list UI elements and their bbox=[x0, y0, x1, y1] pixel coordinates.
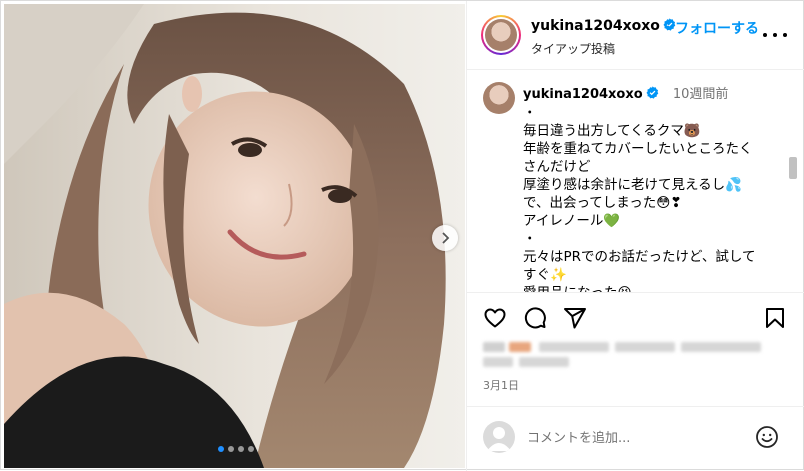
caption-section: yukina1204xoxo 10週間前 ・毎日違う出方してくるクマ🐻 年齢を重ね… bbox=[467, 71, 804, 292]
caption-line: 元々はPRでのお話だったけど、試して bbox=[523, 249, 756, 265]
likes-summary-blurred bbox=[483, 339, 783, 369]
caption-line: ・ bbox=[523, 105, 537, 121]
caption-line: 毎日違う出方してくるクマ🐻 bbox=[523, 123, 701, 139]
post-date[interactable]: 3月1日 bbox=[483, 377, 519, 393]
caption-line: で、出会ってしまった😳❣ bbox=[523, 195, 682, 211]
carousel-dot bbox=[248, 446, 254, 452]
carousel-dot bbox=[218, 446, 224, 452]
bookmark-icon[interactable] bbox=[763, 306, 787, 330]
post-side-panel: yukina1204xoxo ・フォローする タイアップ投稿 yukina120… bbox=[466, 1, 804, 471]
post-photo-image bbox=[4, 4, 465, 468]
share-icon[interactable] bbox=[563, 306, 587, 330]
caption-header: yukina1204xoxo 10週間前 bbox=[523, 83, 728, 102]
caption-timestamp[interactable]: 10週間前 bbox=[673, 87, 729, 102]
post-header: yukina1204xoxo ・フォローする タイアップ投稿 bbox=[467, 1, 804, 70]
caption-line: すぐ✨ bbox=[523, 267, 567, 283]
caption-scrollbar[interactable] bbox=[787, 157, 799, 292]
caption-line: アイレノール💚 bbox=[523, 213, 621, 229]
follow-button[interactable]: ・フォローする bbox=[661, 18, 759, 38]
current-user-avatar bbox=[483, 421, 515, 453]
carousel-indicator bbox=[218, 446, 254, 452]
carousel-dot bbox=[238, 446, 244, 452]
author-username-link[interactable]: yukina1204xoxo bbox=[531, 18, 676, 34]
caption-text: ・毎日違う出方してくるクマ🐻 年齢を重ねてカバーしたいところたく さんだけど 厚塗り感… bbox=[523, 104, 773, 292]
paid-partnership-label[interactable]: タイアップ投稿 bbox=[531, 40, 615, 57]
caption-line: ・ bbox=[523, 231, 537, 247]
carousel-dot bbox=[228, 446, 234, 452]
author-avatar[interactable] bbox=[481, 15, 521, 55]
comment-icon[interactable] bbox=[523, 306, 547, 330]
more-options-icon[interactable] bbox=[763, 27, 787, 43]
caption-line: 厚塗り感は余計に老けて見えるし💦 bbox=[523, 177, 742, 193]
emoji-icon[interactable] bbox=[755, 425, 779, 449]
post-photo[interactable] bbox=[4, 4, 465, 468]
caption-author-avatar[interactable] bbox=[483, 82, 515, 114]
carousel-next-button[interactable] bbox=[432, 225, 458, 251]
caption-scrollbar-thumb[interactable] bbox=[789, 157, 797, 179]
caption-line: さんだけど bbox=[523, 159, 591, 175]
verified-badge-icon bbox=[646, 86, 658, 99]
heart-icon[interactable] bbox=[483, 306, 507, 330]
instagram-post-embed: yukina1204xoxo ・フォローする タイアップ投稿 yukina120… bbox=[0, 0, 804, 471]
action-bar bbox=[467, 292, 804, 340]
chevron-right-icon bbox=[442, 232, 450, 244]
caption-line: 愛用品になった😆 bbox=[523, 284, 773, 292]
caption-line: 年齢を重ねてカバーしたいところたく bbox=[523, 141, 753, 157]
caption-username[interactable]: yukina1204xoxo bbox=[523, 87, 643, 102]
comment-input[interactable] bbox=[527, 427, 747, 449]
comment-bar bbox=[467, 406, 804, 471]
